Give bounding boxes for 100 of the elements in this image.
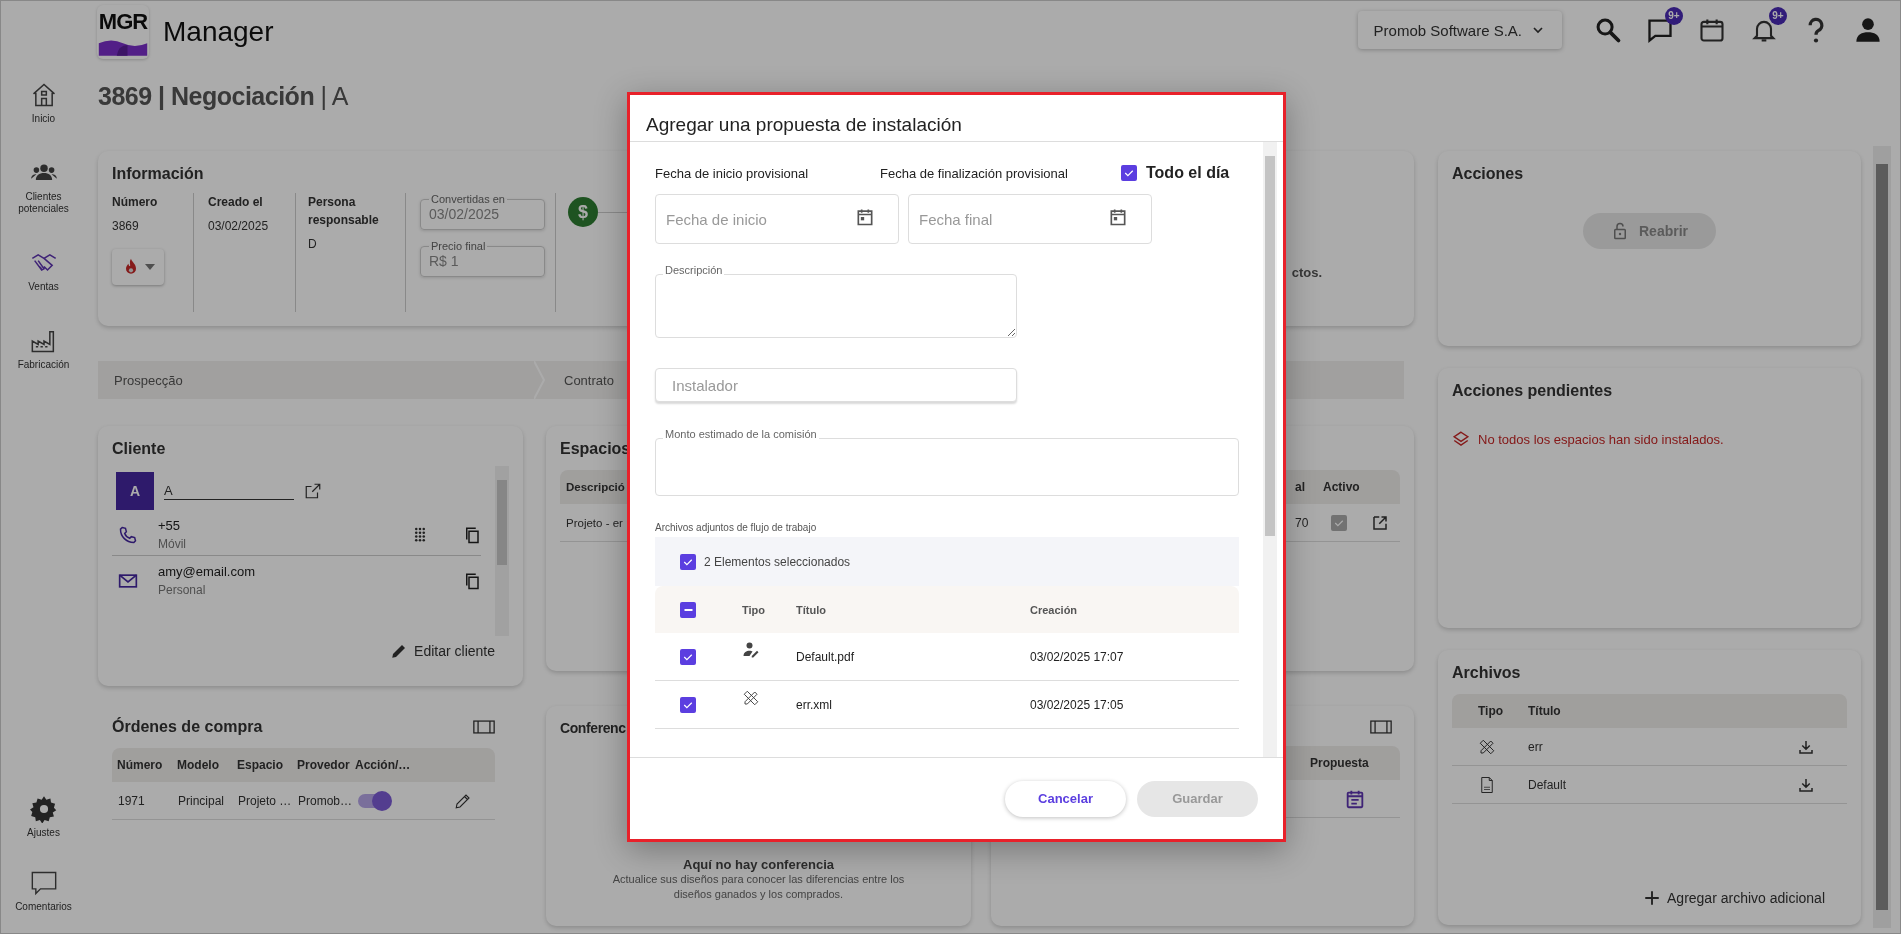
card-title: Espacios — [560, 440, 631, 458]
column-header: Tipo — [1477, 704, 1504, 718]
card-title: Acciones pendientes — [1452, 382, 1613, 400]
contact-value: +55 — [158, 518, 182, 533]
field-label: Persona responsable — [308, 194, 380, 229]
field-value: 03/02/2025 — [208, 219, 270, 233]
all-day-checkbox[interactable]: Todo el día — [1121, 164, 1230, 182]
scrollbar[interactable] — [495, 466, 509, 636]
sidebar-item[interactable]: Ventas — [8, 249, 79, 293]
padlock-icon — [1611, 222, 1629, 240]
card-title: Acciones — [1452, 165, 1524, 183]
edit-client-button[interactable]: Editar cliente — [390, 642, 495, 660]
field-value: D — [308, 237, 318, 251]
field-label: Descripción — [663, 264, 725, 277]
add-file-button[interactable]: Agregar archivo adicional — [1643, 889, 1825, 907]
app-name: Manager — [163, 16, 274, 48]
commission-field[interactable] — [655, 438, 1239, 496]
pencil-ruler-icon — [1478, 737, 1496, 756]
field-label: Fecha de inicio provisional — [655, 165, 810, 181]
stage-step[interactable]: Prospecção — [98, 372, 534, 388]
calendar-icon — [855, 207, 875, 227]
table-cell-text: Principal — [177, 793, 225, 808]
column-header: Activo — [1322, 480, 1360, 494]
status-badge: $ — [568, 197, 598, 227]
comment-icon — [29, 869, 58, 897]
scrollbar[interactable] — [1263, 142, 1277, 757]
contact-value: amy@email.com — [158, 564, 256, 579]
column-header: Provedor — [296, 758, 350, 772]
table-cell-text: err.xml — [796, 697, 833, 712]
stage-step[interactable]: Contrato — [548, 372, 614, 388]
person-pen-icon — [742, 641, 760, 659]
column-header: Título — [796, 603, 827, 616]
search-icon[interactable] — [1594, 16, 1622, 44]
table-cell-text: Default.pdf — [796, 649, 856, 664]
table-cell-text: Projeto … — [237, 793, 292, 808]
sidebar-item[interactable]: Comentarios — [8, 869, 79, 913]
info-text: ctos. — [1291, 265, 1322, 280]
column-header: al — [1295, 480, 1305, 494]
selection-count: 2 Elementos seleccionados — [704, 554, 851, 569]
table-cell-text: 03/02/2025 17:07 — [1030, 649, 1125, 664]
checkbox[interactable] — [680, 553, 696, 570]
checkbox[interactable] — [680, 601, 696, 618]
settings-icon — [29, 795, 58, 823]
card-title: Archivos — [1452, 664, 1521, 682]
checkbox[interactable] — [680, 648, 696, 665]
card-title: Información — [112, 165, 204, 183]
sidebar-item[interactable]: Inicio — [8, 81, 79, 125]
company-dropdown[interactable]: Promob Software S.A. — [1357, 11, 1562, 49]
table-cell-text: Promob… — [297, 793, 353, 808]
user-icon[interactable] — [1854, 16, 1882, 44]
phone-icon — [118, 524, 138, 545]
sidebar-item[interactable]: Ajustes — [8, 795, 79, 839]
empty-state-title: Aquí no hay conferencia — [683, 857, 834, 872]
cancel-button[interactable]: Cancelar — [1005, 780, 1126, 817]
start-date-field[interactable]: Fecha de inicio — [655, 194, 899, 244]
empty-state-text: Actualice sus diseños para conocer las diferencias entre los diseños ganados y los comprados. — [611, 872, 906, 902]
notifications-button[interactable]: 9+ — [1750, 7, 1787, 44]
sidebar-item[interactable]: Clientes potenciales — [8, 159, 79, 215]
description-field[interactable] — [655, 274, 1017, 338]
dialog-title: Agregar una propuesta de instalación — [630, 95, 1283, 142]
plus-icon — [1643, 889, 1661, 907]
external-link-icon[interactable] — [304, 482, 322, 500]
end-date-field[interactable]: Fecha final — [908, 194, 1152, 244]
checkbox[interactable] — [680, 696, 696, 713]
notification-badge: 9+ — [1769, 7, 1787, 25]
chat-button[interactable]: 9+ — [1646, 7, 1683, 44]
copy-icon[interactable] — [463, 571, 481, 590]
field-label: Creado el — [208, 194, 264, 211]
column-header: Modelo — [176, 758, 219, 772]
column-header: Número — [116, 758, 163, 772]
column-header: Tipo — [742, 603, 766, 616]
columns-icon[interactable] — [473, 720, 495, 734]
card-title: Órdenes de compra — [112, 718, 263, 736]
external-link-icon[interactable] — [1371, 513, 1389, 532]
table-cell-text: Projeto - er — [565, 516, 623, 529]
readonly-field: Convertidas en 03/02/2025 — [420, 193, 545, 230]
installer-field[interactable]: Instalador — [655, 368, 1017, 402]
table-cell: 70 — [1295, 515, 1309, 530]
priority-dropdown[interactable] — [112, 249, 164, 285]
column-header: Acción/… — [354, 758, 411, 772]
field-label: Fecha de finalización provisional — [880, 165, 1069, 181]
column-header: Espacio — [236, 758, 284, 772]
client-link[interactable]: A — [164, 482, 294, 500]
scrollbar[interactable] — [1873, 146, 1891, 928]
columns-icon[interactable] — [1370, 720, 1392, 734]
copy-icon[interactable] — [463, 525, 481, 544]
field-label: Número — [112, 194, 159, 211]
column-header: Propuesta — [1310, 756, 1369, 770]
column-header: Descripció — [565, 481, 625, 493]
card-title: Cliente — [112, 440, 166, 458]
page-title: 3869 | Negociación | A — [98, 82, 348, 111]
contact-type: Móvil — [158, 537, 187, 551]
field-value: 3869 — [112, 219, 140, 233]
layers-icon — [1452, 430, 1470, 448]
sidebar-item[interactable]: Fabricación — [8, 327, 79, 371]
pdf-file-icon — [1478, 775, 1496, 794]
contact-type: Personal — [158, 583, 207, 597]
column-header: Creación — [1030, 603, 1079, 616]
table-cell-text: 03/02/2025 17:05 — [1030, 697, 1125, 712]
warning-text: No todos los espacios han sido instalados. — [1478, 431, 1724, 447]
